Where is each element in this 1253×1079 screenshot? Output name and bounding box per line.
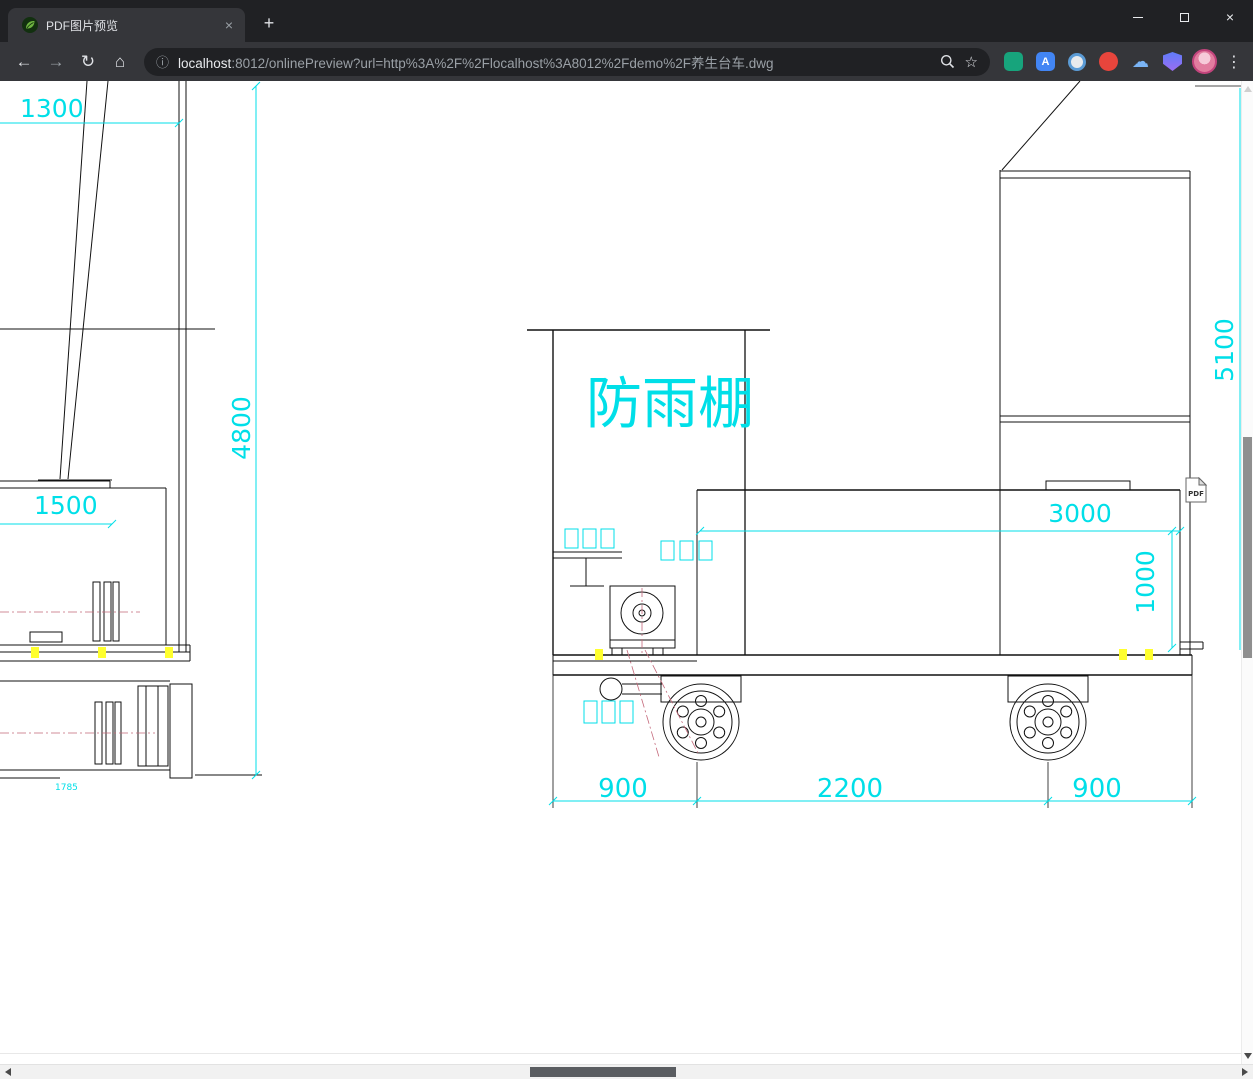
dim-1785-label: 1785: [55, 783, 78, 793]
extension-icon-red[interactable]: [1099, 52, 1118, 71]
shield-extension-icon[interactable]: [1163, 52, 1182, 71]
new-tab-button[interactable]: +: [256, 11, 282, 37]
horizontal-scrollbar[interactable]: [0, 1064, 1253, 1079]
address-bar[interactable]: ⓘ localhost:8012/onlinePreview?url=http%…: [144, 47, 990, 76]
browser-menu-icon[interactable]: ⋮: [1223, 52, 1245, 72]
right-wheel: [1007, 675, 1089, 761]
dim-4800-label: 4800: [227, 396, 256, 460]
url-host: localhost: [178, 55, 232, 71]
maximize-icon: [1179, 12, 1189, 22]
tab-title: PDF图片预览: [46, 18, 119, 33]
dim-1300-label: 1300: [20, 94, 84, 123]
bookmark-star-icon[interactable]: ☆: [965, 53, 978, 71]
shelter-label: 防雨棚: [586, 372, 754, 437]
page-info-icon[interactable]: ⓘ: [156, 52, 169, 71]
profile-avatar[interactable]: [1192, 49, 1217, 74]
extension-icon-green[interactable]: [1004, 52, 1023, 71]
home-button[interactable]: ⌂: [106, 48, 134, 76]
maximize-button[interactable]: [1161, 0, 1207, 34]
dim-1000-label: 1000: [1131, 550, 1160, 614]
window-controls: ×: [1115, 0, 1253, 34]
dim-900-right-label: 900: [1072, 774, 1122, 804]
motor-unit: [609, 585, 676, 656]
reload-button[interactable]: ↻: [74, 48, 102, 76]
minimize-button[interactable]: [1115, 0, 1161, 34]
roller: [599, 677, 662, 701]
minimize-icon: [1133, 16, 1143, 18]
centerlines: [0, 588, 699, 758]
browser-tab[interactable]: PDF图片预览 ×: [8, 8, 245, 42]
dim-3000-label: 3000: [1048, 499, 1112, 528]
back-button[interactable]: ←: [10, 48, 38, 76]
spring-leaf-favicon: [22, 17, 38, 33]
vertical-scroll-thumb[interactable]: [1243, 437, 1252, 658]
cad-drawing: 1300 4800 1500 1785 防雨棚 5100 3000 1000 9…: [0, 81, 1241, 808]
pdf-file-icon[interactable]: PDF: [1185, 476, 1208, 503]
left-wheel: [660, 675, 742, 761]
scroll-up-arrow[interactable]: [1244, 86, 1252, 92]
scroll-down-arrow[interactable]: [1244, 1053, 1252, 1059]
url-text: localhost:8012/onlinePreview?url=http%3A…: [178, 52, 930, 72]
browser-window: PDF图片预览 × + × ← → ↻ ⌂ ⓘ localhost:8012/o…: [0, 0, 1253, 1079]
close-button[interactable]: ×: [1207, 0, 1253, 34]
zoom-icon[interactable]: [940, 54, 955, 69]
left-view: [0, 81, 262, 779]
dim-2200-label: 2200: [817, 774, 883, 804]
dim-900-left-label: 900: [598, 774, 648, 804]
cloud-extension-icon[interactable]: ☁: [1131, 52, 1150, 71]
pdf-badge-text: PDF: [1188, 490, 1204, 498]
vertical-scrollbar[interactable]: [1241, 81, 1253, 1064]
viewer-divider: [0, 1053, 1241, 1054]
url-path: :8012/onlinePreview?url=http%3A%2F%2Floc…: [231, 55, 774, 71]
navigation-toolbar: ← → ↻ ⌂ ⓘ localhost:8012/onlinePreview?u…: [0, 42, 1253, 81]
scroll-right-arrow[interactable]: [1242, 1068, 1248, 1076]
extension-icon-ring[interactable]: [1068, 52, 1086, 71]
tab-close-icon[interactable]: ×: [219, 15, 239, 35]
extensions-row: A ☁: [1004, 52, 1182, 71]
title-bar: PDF图片预览 × + ×: [0, 0, 1253, 42]
dim-1500-label: 1500: [34, 491, 98, 520]
page-content: 1300 4800 1500 1785 防雨棚 5100 3000 1000 9…: [0, 81, 1241, 1064]
scroll-left-arrow[interactable]: [5, 1068, 11, 1076]
highlight-marks: [31, 647, 1153, 660]
horizontal-scroll-thumb[interactable]: [530, 1067, 676, 1077]
translate-extension-icon[interactable]: A: [1036, 52, 1055, 71]
shelter-structure: [999, 81, 1241, 655]
forward-button[interactable]: →: [42, 48, 70, 76]
dim-5100-label: 5100: [1210, 318, 1239, 382]
